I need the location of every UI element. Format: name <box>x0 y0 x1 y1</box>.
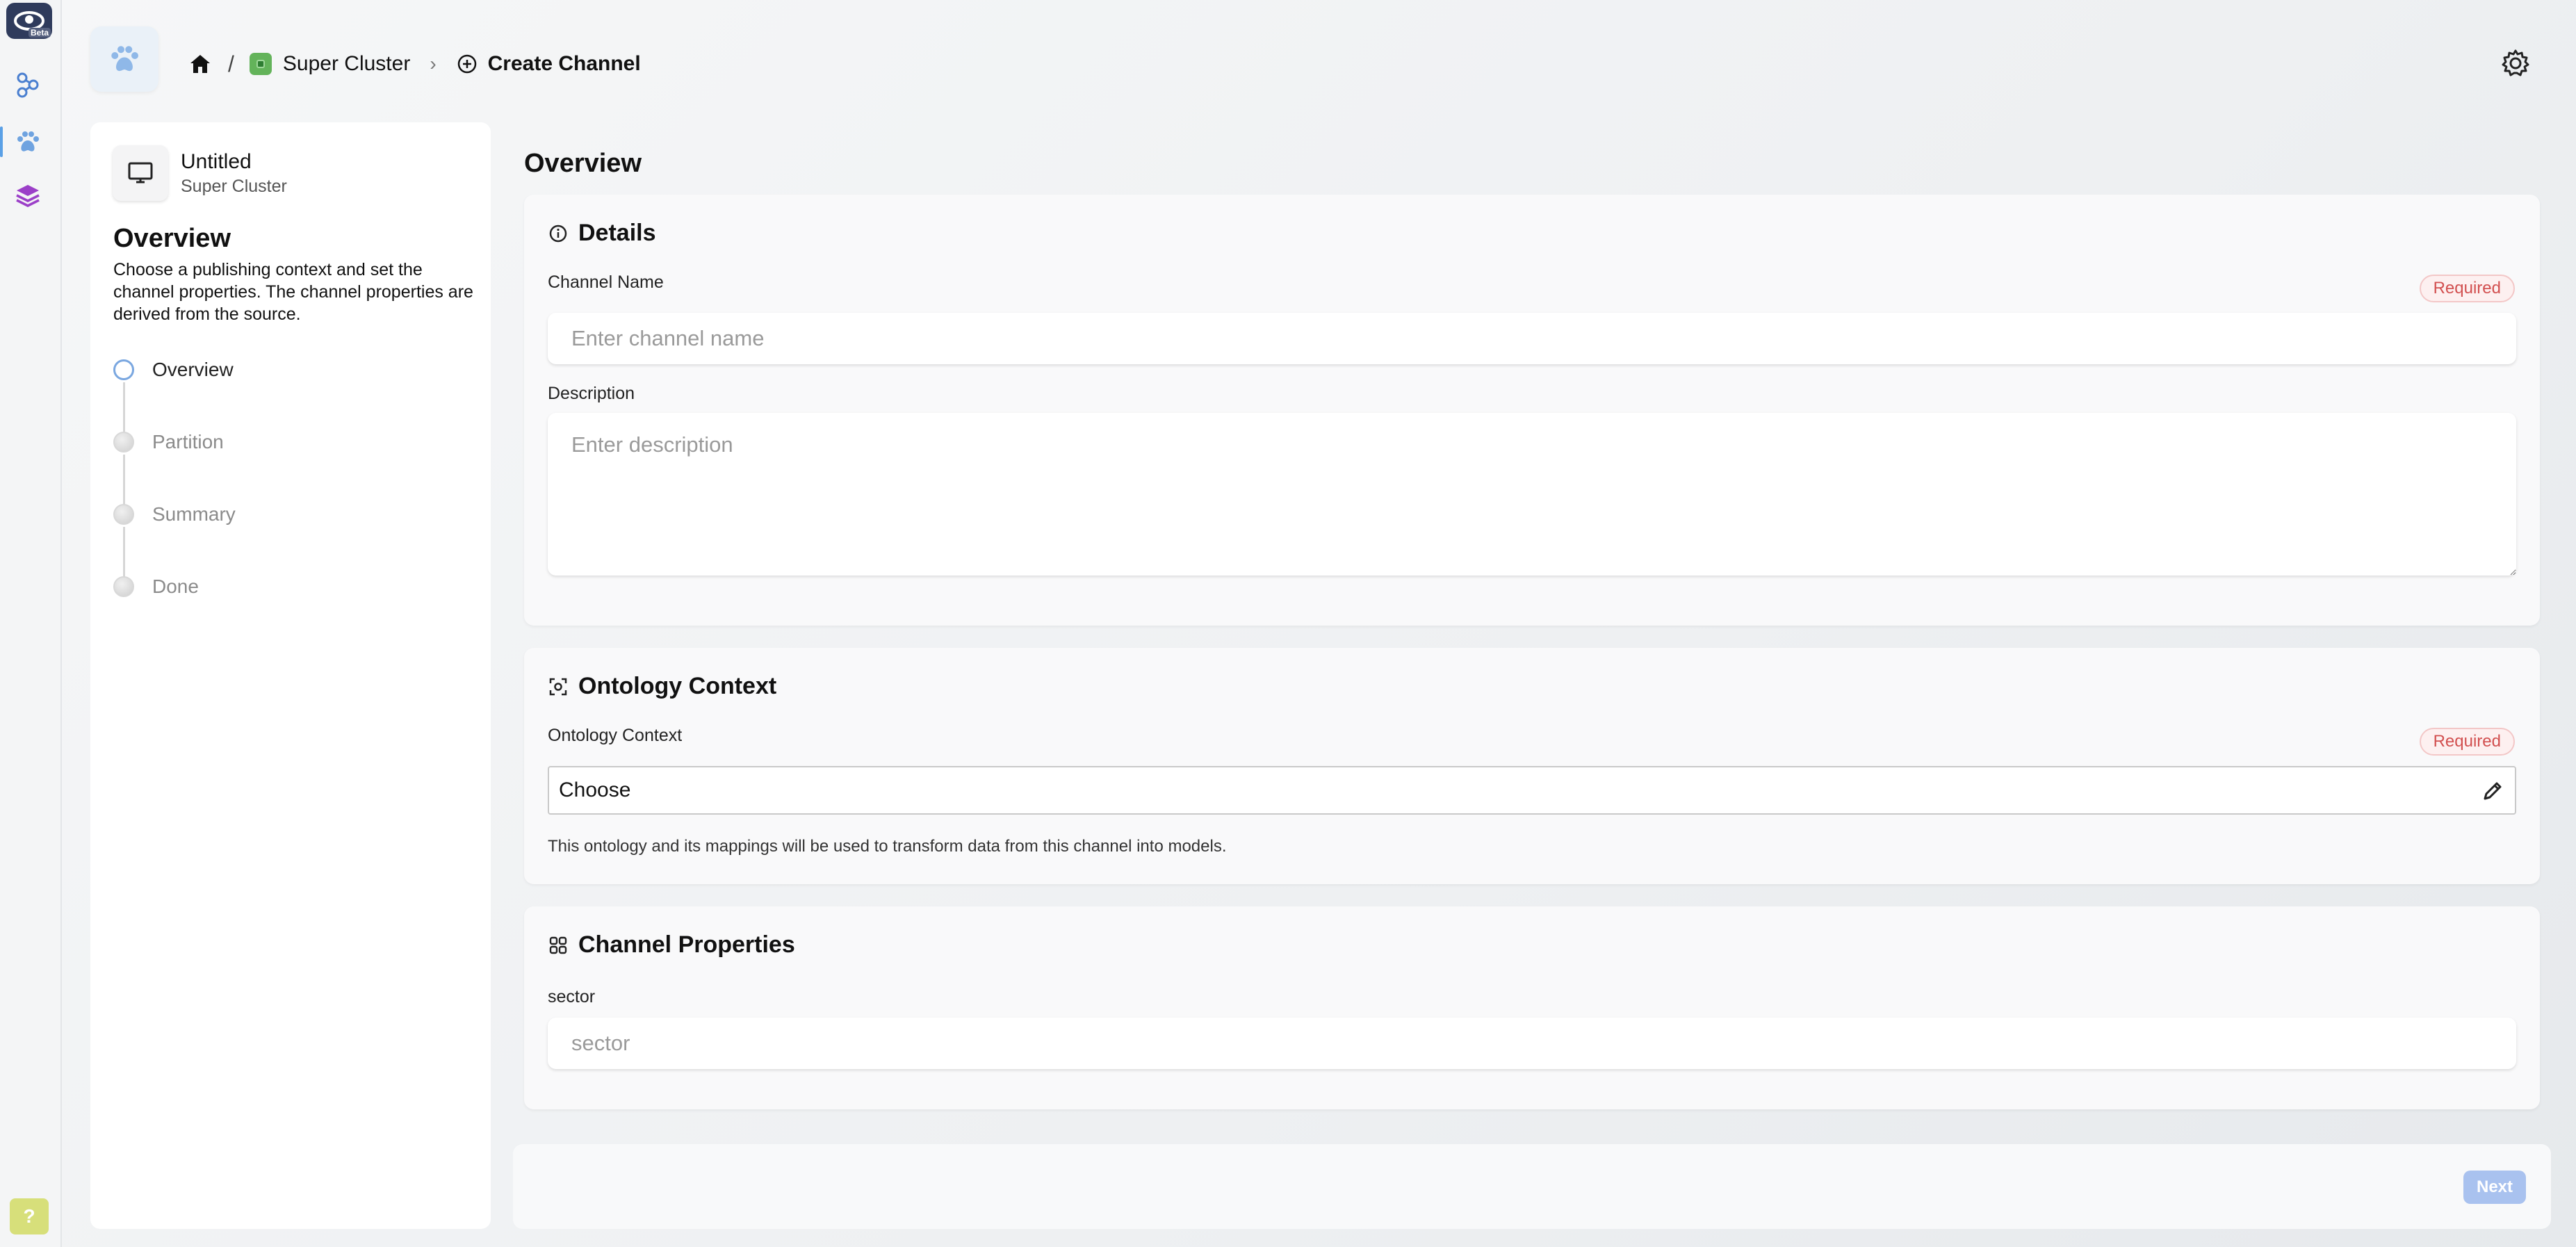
step-dot <box>113 432 134 453</box>
info-icon <box>549 225 567 242</box>
home-icon <box>190 55 210 73</box>
channel-name-label: Channel Name <box>548 272 664 292</box>
pencil-edit-icon[interactable] <box>2480 779 2505 804</box>
step-label: Summary <box>152 503 236 525</box>
ontology-help-text: This ontology and its mappings will be u… <box>548 837 1227 856</box>
page-title: Overview <box>524 149 642 178</box>
properties-heading: Channel Properties <box>548 931 795 959</box>
context-title: Untitled <box>181 150 252 173</box>
paw-icon <box>111 46 138 72</box>
rail-item-channels[interactable] <box>13 127 43 157</box>
rail-active-indicator <box>0 127 3 157</box>
description-label: Description <box>548 384 635 403</box>
details-card: Details Channel Name Required Descriptio… <box>524 195 2540 626</box>
grid-apps-icon <box>549 936 567 954</box>
wizard-side-panel: Untitled Super Cluster Overview Choose a… <box>90 122 491 1229</box>
breadcrumb-separator: / <box>228 51 234 76</box>
side-description: Choose a publishing context and set the … <box>113 260 473 324</box>
ontology-context-label: Ontology Context <box>548 726 683 745</box>
ontology-heading: Ontology Context <box>548 673 776 700</box>
paw-icon <box>17 131 39 152</box>
step-connector <box>123 455 125 505</box>
step-dot <box>113 504 134 525</box>
context-subtitle: Super Cluster <box>181 177 287 196</box>
sector-input[interactable] <box>548 1018 2516 1069</box>
properties-heading-text: Channel Properties <box>578 931 795 958</box>
ontology-card: Ontology Context Ontology Context Requir… <box>524 648 2540 884</box>
step-dot <box>113 576 134 597</box>
step-connector <box>123 527 125 577</box>
channel-properties-card: Channel Properties sector <box>524 906 2540 1109</box>
step-partition[interactable]: Partition <box>113 430 236 505</box>
rail-item-layers[interactable] <box>13 181 43 211</box>
next-button[interactable]: Next <box>2463 1171 2526 1204</box>
description-input[interactable] <box>548 413 2516 576</box>
app-logo[interactable]: Beta <box>6 3 52 39</box>
settings-button[interactable] <box>2500 47 2532 79</box>
step-done[interactable]: Done <box>113 574 236 646</box>
side-heading: Overview <box>113 224 231 253</box>
cluster-chip-icon <box>249 53 272 75</box>
step-label: Done <box>152 576 199 597</box>
gear-icon <box>2502 49 2529 76</box>
ontology-context-select[interactable]: Choose <box>548 766 2516 815</box>
wizard-steps: Overview Partition Summary Done <box>113 357 236 646</box>
plus-circle-icon <box>457 54 476 74</box>
scan-focus-icon <box>549 678 567 695</box>
channel-name-input[interactable] <box>548 313 2516 364</box>
required-badge: Required <box>2419 275 2515 302</box>
chevron-right-icon: › <box>430 53 437 74</box>
ontology-context-value: Choose <box>559 779 631 801</box>
step-dot-active <box>113 359 134 380</box>
rail-item-graph[interactable] <box>13 70 43 100</box>
required-badge: Required <box>2419 728 2515 756</box>
step-overview[interactable]: Overview <box>113 357 236 432</box>
step-label: Partition <box>152 431 224 453</box>
wizard-footer: Next <box>513 1144 2551 1229</box>
breadcrumb-current: Create Channel <box>487 52 641 75</box>
details-heading: Details <box>548 220 656 247</box>
breadcrumb-cluster[interactable]: Super Cluster <box>283 52 410 76</box>
layers-icon <box>16 185 40 207</box>
step-connector <box>123 382 125 432</box>
beta-badge: Beta <box>28 28 51 38</box>
step-label: Overview <box>152 359 234 380</box>
step-summary[interactable]: Summary <box>113 502 236 577</box>
details-heading-text: Details <box>578 220 656 246</box>
ontology-heading-text: Ontology Context <box>578 673 777 699</box>
breadcrumb: / Super Cluster › Create Channel <box>188 49 641 79</box>
graph-nodes-icon <box>17 72 39 98</box>
help-button[interactable]: ? <box>10 1198 49 1234</box>
sector-label: sector <box>548 987 596 1006</box>
context-icon-box <box>113 145 168 201</box>
monitor-icon <box>128 162 153 184</box>
app-avatar[interactable] <box>90 26 158 92</box>
breadcrumb-home[interactable] <box>188 51 213 76</box>
app-rail: Beta ? <box>0 0 62 1247</box>
